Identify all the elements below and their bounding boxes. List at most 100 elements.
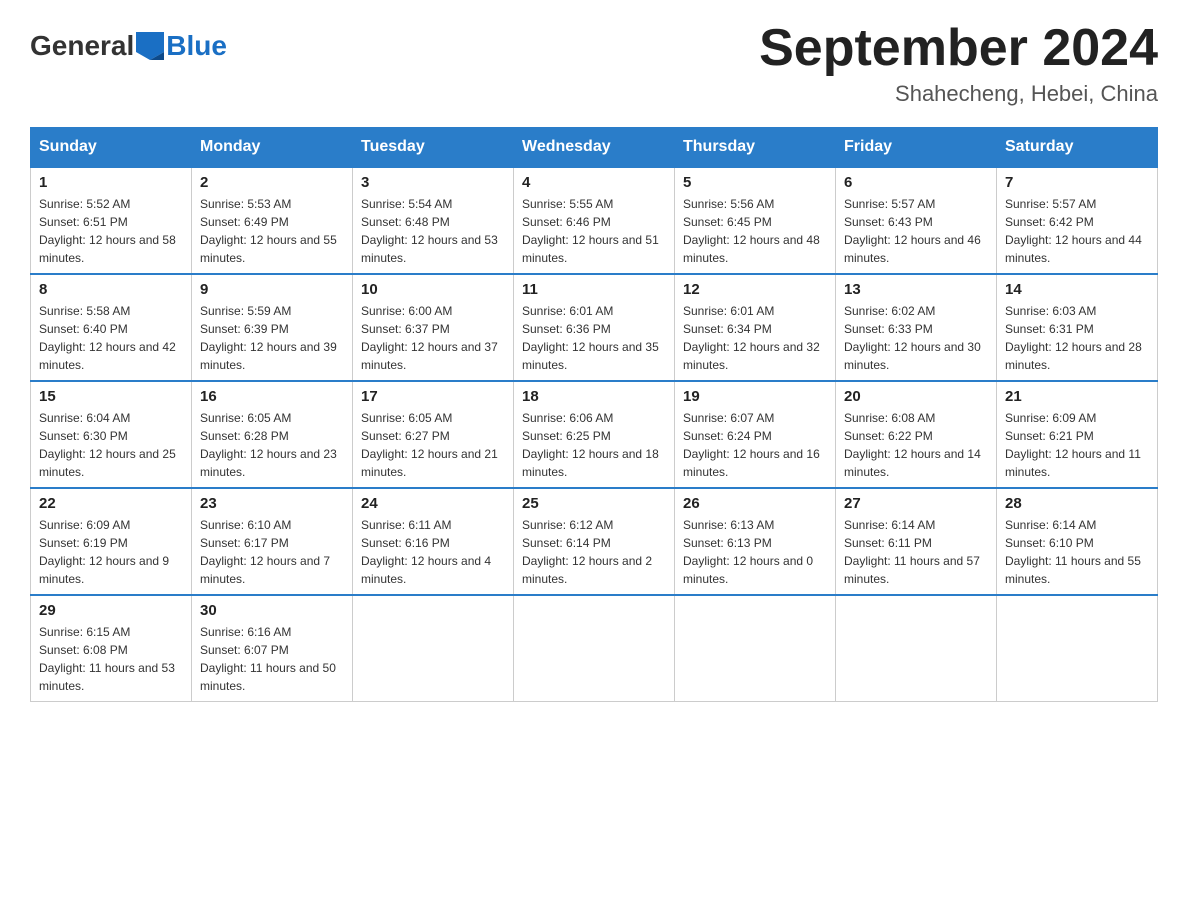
calendar-table: Sunday Monday Tuesday Wednesday Thursday… bbox=[30, 127, 1158, 702]
day-info: Sunrise: 6:06 AMSunset: 6:25 PMDaylight:… bbox=[522, 409, 666, 481]
col-tuesday: Tuesday bbox=[353, 128, 514, 168]
calendar-cell: 3 Sunrise: 5:54 AMSunset: 6:48 PMDaylight… bbox=[353, 167, 514, 274]
calendar-cell: 18 Sunrise: 6:06 AMSunset: 6:25 PMDayligh… bbox=[514, 381, 675, 488]
calendar-cell: 23Sunrise: 6:10 AMSunset: 6:17 PMDayligh… bbox=[192, 488, 353, 595]
calendar-cell: 24 Sunrise: 6:11 AMSunset: 6:16 PMDayligh… bbox=[353, 488, 514, 595]
calendar-cell: 19 Sunrise: 6:07 AMSunset: 6:24 PMDayligh… bbox=[675, 381, 836, 488]
day-info: Sunrise: 6:11 AMSunset: 6:16 PMDaylight:… bbox=[361, 516, 505, 588]
calendar-cell: 10 Sunrise: 6:00 AMSunset: 6:37 PMDayligh… bbox=[353, 274, 514, 381]
day-number: 19 bbox=[683, 388, 827, 405]
day-number: 7 bbox=[1005, 174, 1149, 191]
day-number: 26 bbox=[683, 495, 827, 512]
calendar-cell: 9Sunrise: 5:59 AMSunset: 6:39 PMDaylight… bbox=[192, 274, 353, 381]
calendar-cell: 27Sunrise: 6:14 AMSunset: 6:11 PMDayligh… bbox=[836, 488, 997, 595]
calendar-cell bbox=[997, 595, 1158, 702]
calendar-title: September 2024 bbox=[759, 20, 1158, 77]
day-number: 25 bbox=[522, 495, 666, 512]
logo-text-blue: Blue bbox=[166, 30, 227, 62]
day-number: 23 bbox=[200, 495, 344, 512]
day-info: Sunrise: 6:09 AMSunset: 6:21 PMDaylight:… bbox=[1005, 409, 1149, 481]
day-info: Sunrise: 5:56 AMSunset: 6:45 PMDaylight:… bbox=[683, 195, 827, 267]
week-row-5: 29 Sunrise: 6:15 AMSunset: 6:08 PMDayligh… bbox=[31, 595, 1158, 702]
day-number: 18 bbox=[522, 388, 666, 405]
calendar-cell: 28 Sunrise: 6:14 AMSunset: 6:10 PMDayligh… bbox=[997, 488, 1158, 595]
header-row: Sunday Monday Tuesday Wednesday Thursday… bbox=[31, 128, 1158, 168]
calendar-cell bbox=[353, 595, 514, 702]
logo-text-general: General bbox=[30, 30, 134, 62]
day-number: 15 bbox=[39, 388, 183, 405]
day-number: 28 bbox=[1005, 495, 1149, 512]
day-number: 2 bbox=[200, 174, 344, 191]
day-info: Sunrise: 6:05 AMSunset: 6:27 PMDaylight:… bbox=[361, 409, 505, 481]
day-number: 8 bbox=[39, 281, 183, 298]
day-info: Sunrise: 5:53 AMSunset: 6:49 PMDaylight:… bbox=[200, 195, 344, 267]
day-number: 16 bbox=[200, 388, 344, 405]
day-info: Sunrise: 6:13 AMSunset: 6:13 PMDaylight:… bbox=[683, 516, 827, 588]
day-number: 1 bbox=[39, 174, 183, 191]
page-header: General Blue September 2024 Shahecheng, … bbox=[30, 20, 1158, 107]
day-number: 21 bbox=[1005, 388, 1149, 405]
day-number: 11 bbox=[522, 281, 666, 298]
day-number: 29 bbox=[39, 602, 183, 619]
day-info: Sunrise: 6:16 AMSunset: 6:07 PMDaylight:… bbox=[200, 623, 344, 695]
calendar-cell bbox=[836, 595, 997, 702]
col-thursday: Thursday bbox=[675, 128, 836, 168]
day-info: Sunrise: 5:54 AMSunset: 6:48 PMDaylight:… bbox=[361, 195, 505, 267]
calendar-cell: 12 Sunrise: 6:01 AMSunset: 6:34 PMDayligh… bbox=[675, 274, 836, 381]
day-info: Sunrise: 5:55 AMSunset: 6:46 PMDaylight:… bbox=[522, 195, 666, 267]
day-number: 22 bbox=[39, 495, 183, 512]
day-info: Sunrise: 6:14 AMSunset: 6:10 PMDaylight:… bbox=[1005, 516, 1149, 588]
title-area: September 2024 Shahecheng, Hebei, China bbox=[759, 20, 1158, 107]
col-sunday: Sunday bbox=[31, 128, 192, 168]
week-row-4: 22 Sunrise: 6:09 AMSunset: 6:19 PMDayligh… bbox=[31, 488, 1158, 595]
day-number: 14 bbox=[1005, 281, 1149, 298]
calendar-cell: 4 Sunrise: 5:55 AMSunset: 6:46 PMDaylight… bbox=[514, 167, 675, 274]
day-number: 3 bbox=[361, 174, 505, 191]
day-number: 4 bbox=[522, 174, 666, 191]
day-info: Sunrise: 5:57 AMSunset: 6:42 PMDaylight:… bbox=[1005, 195, 1149, 267]
day-info: Sunrise: 6:09 AMSunset: 6:19 PMDaylight:… bbox=[39, 516, 183, 588]
calendar-cell: 15 Sunrise: 6:04 AMSunset: 6:30 PMDayligh… bbox=[31, 381, 192, 488]
calendar-subtitle: Shahecheng, Hebei, China bbox=[759, 81, 1158, 107]
week-row-2: 8Sunrise: 5:58 AMSunset: 6:40 PMDaylight… bbox=[31, 274, 1158, 381]
calendar-cell bbox=[675, 595, 836, 702]
col-wednesday: Wednesday bbox=[514, 128, 675, 168]
calendar-cell: 17 Sunrise: 6:05 AMSunset: 6:27 PMDayligh… bbox=[353, 381, 514, 488]
calendar-cell bbox=[514, 595, 675, 702]
day-number: 30 bbox=[200, 602, 344, 619]
col-friday: Friday bbox=[836, 128, 997, 168]
calendar-cell: 30 Sunrise: 6:16 AMSunset: 6:07 PMDayligh… bbox=[192, 595, 353, 702]
day-info: Sunrise: 6:04 AMSunset: 6:30 PMDaylight:… bbox=[39, 409, 183, 481]
logo-icon bbox=[136, 32, 164, 60]
calendar-cell: 16 Sunrise: 6:05 AMSunset: 6:28 PMDayligh… bbox=[192, 381, 353, 488]
day-info: Sunrise: 6:15 AMSunset: 6:08 PMDaylight:… bbox=[39, 623, 183, 695]
calendar-cell: 11Sunrise: 6:01 AMSunset: 6:36 PMDayligh… bbox=[514, 274, 675, 381]
week-row-1: 1 Sunrise: 5:52 AMSunset: 6:51 PMDaylight… bbox=[31, 167, 1158, 274]
calendar-cell: 25 Sunrise: 6:12 AMSunset: 6:14 PMDayligh… bbox=[514, 488, 675, 595]
day-number: 24 bbox=[361, 495, 505, 512]
day-info: Sunrise: 6:05 AMSunset: 6:28 PMDaylight:… bbox=[200, 409, 344, 481]
calendar-cell: 8Sunrise: 5:58 AMSunset: 6:40 PMDaylight… bbox=[31, 274, 192, 381]
calendar-cell: 6Sunrise: 5:57 AMSunset: 6:43 PMDaylight… bbox=[836, 167, 997, 274]
day-info: Sunrise: 6:14 AMSunset: 6:11 PMDaylight:… bbox=[844, 516, 988, 588]
day-info: Sunrise: 6:07 AMSunset: 6:24 PMDaylight:… bbox=[683, 409, 827, 481]
logo: General Blue bbox=[30, 30, 227, 62]
day-number: 5 bbox=[683, 174, 827, 191]
calendar-cell: 29 Sunrise: 6:15 AMSunset: 6:08 PMDayligh… bbox=[31, 595, 192, 702]
day-info: Sunrise: 6:01 AMSunset: 6:34 PMDaylight:… bbox=[683, 302, 827, 374]
day-number: 12 bbox=[683, 281, 827, 298]
day-info: Sunrise: 6:12 AMSunset: 6:14 PMDaylight:… bbox=[522, 516, 666, 588]
day-number: 10 bbox=[361, 281, 505, 298]
calendar-cell: 7 Sunrise: 5:57 AMSunset: 6:42 PMDaylight… bbox=[997, 167, 1158, 274]
day-number: 17 bbox=[361, 388, 505, 405]
col-saturday: Saturday bbox=[997, 128, 1158, 168]
calendar-cell: 22 Sunrise: 6:09 AMSunset: 6:19 PMDayligh… bbox=[31, 488, 192, 595]
day-number: 20 bbox=[844, 388, 988, 405]
calendar-cell: 1 Sunrise: 5:52 AMSunset: 6:51 PMDaylight… bbox=[31, 167, 192, 274]
calendar-cell: 21 Sunrise: 6:09 AMSunset: 6:21 PMDayligh… bbox=[997, 381, 1158, 488]
day-info: Sunrise: 6:00 AMSunset: 6:37 PMDaylight:… bbox=[361, 302, 505, 374]
calendar-cell: 20Sunrise: 6:08 AMSunset: 6:22 PMDayligh… bbox=[836, 381, 997, 488]
calendar-cell: 13Sunrise: 6:02 AMSunset: 6:33 PMDayligh… bbox=[836, 274, 997, 381]
day-info: Sunrise: 5:52 AMSunset: 6:51 PMDaylight:… bbox=[39, 195, 183, 267]
day-info: Sunrise: 6:03 AMSunset: 6:31 PMDaylight:… bbox=[1005, 302, 1149, 374]
